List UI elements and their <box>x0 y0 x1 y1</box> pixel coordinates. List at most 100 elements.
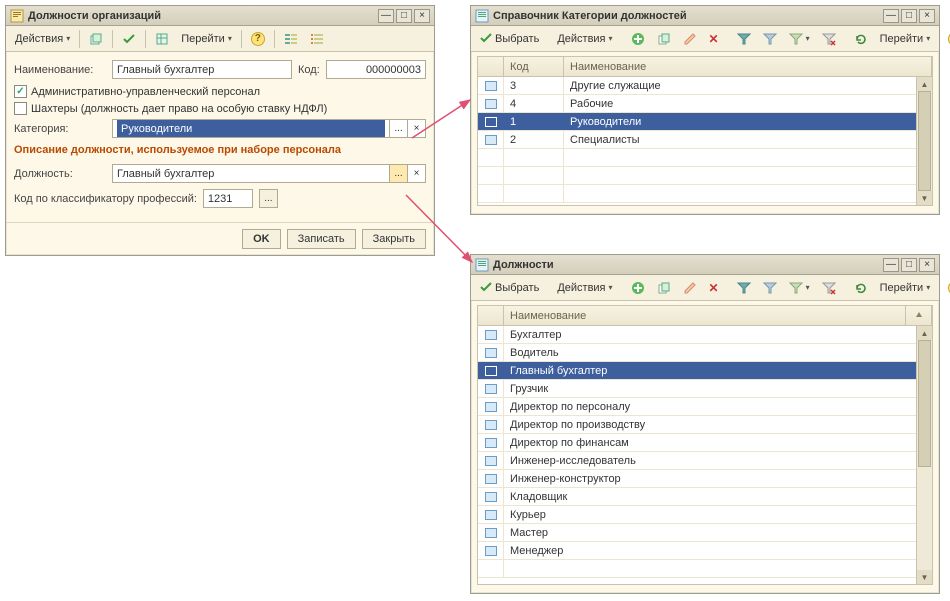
edit-button[interactable] <box>678 278 702 298</box>
select-button[interactable]: Выбрать <box>475 278 544 298</box>
cell-name: Мастер <box>504 524 932 541</box>
toolbar-btn-2[interactable] <box>117 29 141 49</box>
filter-button-1[interactable] <box>732 278 756 298</box>
cell-code: 1 <box>504 113 564 130</box>
goto-menu[interactable]: Перейти▾ <box>875 29 936 49</box>
filter-button-3[interactable]: ▾ <box>784 29 815 49</box>
cell-code: 3 <box>504 77 564 94</box>
scrollbar[interactable]: ▲ ▼ <box>916 326 932 584</box>
table-row[interactable]: Кладовщик <box>478 488 932 506</box>
checkbox-icon: ✓ <box>14 85 27 98</box>
name-input[interactable]: Главный бухгалтер <box>112 60 292 79</box>
refresh-button[interactable] <box>849 29 873 49</box>
filter-button-2[interactable] <box>758 278 782 298</box>
table-row[interactable]: 4Рабочие <box>478 95 932 113</box>
col-name[interactable]: Наименование <box>504 306 906 325</box>
table-row[interactable]: Курьер <box>478 506 932 524</box>
edit-button[interactable] <box>678 29 702 49</box>
classifier-picker-button[interactable]: ... <box>259 189 278 208</box>
maximize-button[interactable]: □ <box>901 258 917 272</box>
toolbar-btn-1[interactable] <box>84 29 108 49</box>
filter-button-2[interactable] <box>758 29 782 49</box>
goto-menu[interactable]: Перейти▾ <box>875 278 936 298</box>
save-button[interactable]: Записать <box>287 229 356 249</box>
cell-name: Руководители <box>564 113 932 130</box>
position-combo[interactable]: Главный бухгалтер ... × <box>112 164 426 183</box>
scroll-down-icon[interactable]: ▼ <box>917 191 932 205</box>
col-name[interactable]: Наименование <box>564 57 932 76</box>
filter-button-1[interactable] <box>732 29 756 49</box>
checkbox-admin[interactable]: ✓ Административно-управленческий персона… <box>14 85 426 98</box>
row-icon <box>478 398 504 415</box>
table-row[interactable]: 1Руководители <box>478 113 932 131</box>
col-icon[interactable] <box>478 306 504 325</box>
help-button[interactable]: ? <box>943 29 950 49</box>
clear-filter-button[interactable] <box>817 278 841 298</box>
clear-filter-button[interactable] <box>817 29 841 49</box>
maximize-button[interactable]: □ <box>396 9 412 23</box>
table-row[interactable]: Директор по производству <box>478 416 932 434</box>
help-button[interactable]: ? <box>246 29 270 49</box>
table-row[interactable]: Инженер-исследователь <box>478 452 932 470</box>
table-row[interactable]: Грузчик <box>478 380 932 398</box>
scroll-up-icon[interactable]: ▲ <box>917 326 932 340</box>
select-button[interactable]: Выбрать <box>475 29 544 49</box>
col-scroll-indicator[interactable] <box>906 306 932 325</box>
delete-button[interactable]: ✕ <box>704 278 724 298</box>
table-row[interactable]: Менеджер <box>478 542 932 560</box>
add-button[interactable] <box>626 29 650 49</box>
add-button[interactable] <box>626 278 650 298</box>
ok-button[interactable]: OK <box>242 229 281 249</box>
refresh-button[interactable] <box>849 278 873 298</box>
row-icon <box>478 344 504 361</box>
close-button[interactable]: × <box>919 258 935 272</box>
help-button[interactable]: ? <box>943 278 950 298</box>
table-row[interactable]: Инженер-конструктор <box>478 470 932 488</box>
minimize-button[interactable]: — <box>378 9 394 23</box>
goto-menu[interactable]: Перейти▾ <box>176 29 237 49</box>
table-row[interactable]: Директор по финансам <box>478 434 932 452</box>
scroll-up-icon[interactable]: ▲ <box>917 77 932 91</box>
col-icon[interactable] <box>478 57 504 76</box>
toolbar-btn-3[interactable] <box>150 29 174 49</box>
table-row[interactable]: 3Другие служащие <box>478 77 932 95</box>
close-button[interactable]: Закрыть <box>362 229 426 249</box>
maximize-button[interactable]: □ <box>901 9 917 23</box>
delete-button[interactable]: ✕ <box>704 29 724 49</box>
filter-button-3[interactable]: ▾ <box>784 278 815 298</box>
toolbar-btn-5[interactable] <box>305 29 329 49</box>
classifier-input[interactable]: 1231 <box>203 189 253 208</box>
category-combo[interactable]: Руководители ... × <box>112 119 426 138</box>
titlebar[interactable]: Должности организаций — □ × <box>6 6 434 26</box>
close-button[interactable]: × <box>919 9 935 23</box>
minimize-button[interactable]: — <box>883 9 899 23</box>
scroll-down-icon[interactable]: ▼ <box>917 570 932 584</box>
window-title: Справочник Категории должностей <box>493 10 881 22</box>
combo-picker-button[interactable]: ... <box>389 120 407 137</box>
checkbox-miners[interactable]: Шахтеры (должность дает право на особую … <box>14 102 426 115</box>
table-row[interactable]: Водитель <box>478 344 932 362</box>
combo-clear-button[interactable]: × <box>407 120 425 137</box>
toolbar-btn-4[interactable] <box>279 29 303 49</box>
scrollbar[interactable]: ▲ ▼ <box>916 77 932 205</box>
actions-menu[interactable]: Действия▾ <box>10 29 75 49</box>
combo-picker-button[interactable]: ... <box>389 165 407 182</box>
close-button[interactable]: × <box>414 9 430 23</box>
window-title: Должности организаций <box>28 10 376 22</box>
table-row[interactable]: Главный бухгалтер <box>478 362 932 380</box>
minimize-button[interactable]: — <box>883 258 899 272</box>
actions-menu[interactable]: Действия▾ <box>552 29 617 49</box>
col-code[interactable]: Код <box>504 57 564 76</box>
titlebar[interactable]: Должности — □ × <box>471 255 939 275</box>
table-row[interactable]: Директор по персоналу <box>478 398 932 416</box>
copy-button[interactable] <box>652 29 676 49</box>
table-row[interactable]: 2Специалисты <box>478 131 932 149</box>
table-row[interactable]: Мастер <box>478 524 932 542</box>
actions-menu[interactable]: Действия▾ <box>552 278 617 298</box>
code-input[interactable]: 000000003 <box>326 60 426 79</box>
table-row[interactable]: Бухгалтер <box>478 326 932 344</box>
titlebar[interactable]: Справочник Категории должностей — □ × <box>471 6 939 26</box>
checkbox-admin-label: Административно-управленческий персонал <box>31 86 260 98</box>
combo-clear-button[interactable]: × <box>407 165 425 182</box>
copy-button[interactable] <box>652 278 676 298</box>
